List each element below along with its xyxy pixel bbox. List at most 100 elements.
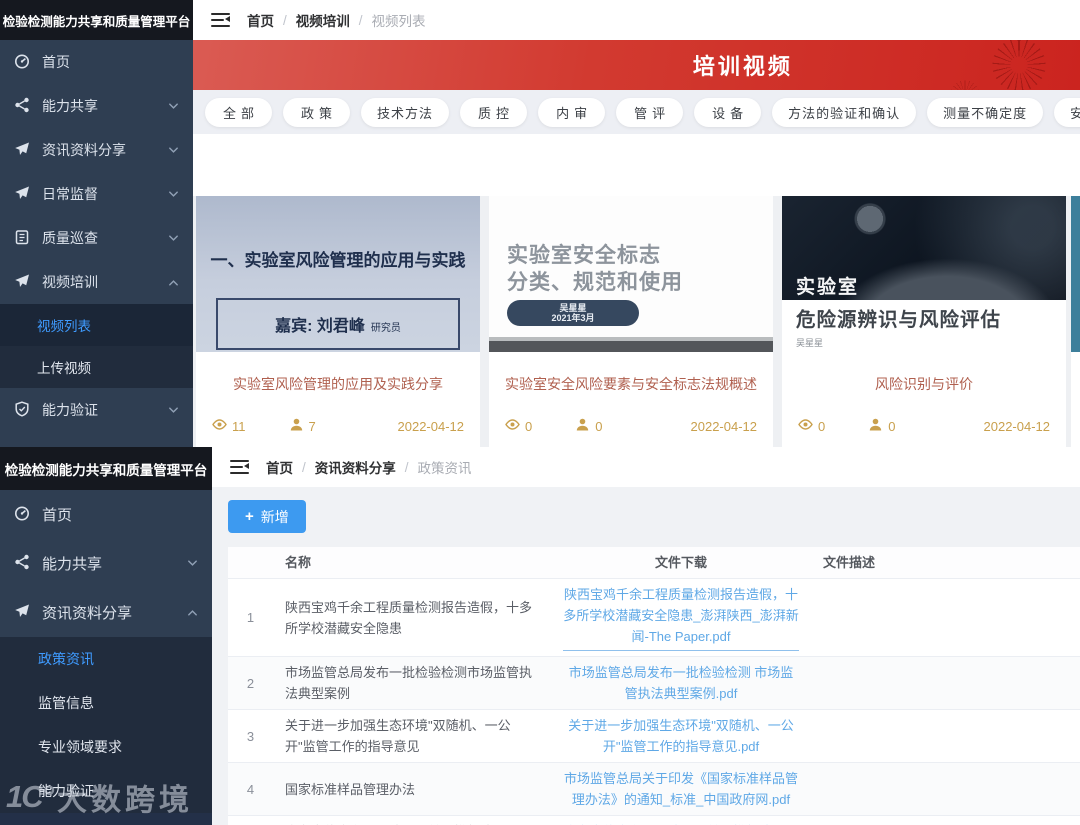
video-card-list: 一、实验室风险管理的应用与实践 嘉宾: 刘君峰 研究员 实验室风险管理的应用及实… [193, 196, 1080, 447]
sidebar-item-capability-sharing[interactable]: 能力共享 [0, 539, 212, 588]
file-download-link[interactable]: 陕西宝鸡千余工程质量检测报告造假，十多所学校潜藏安全隐患_澎湃陕西_澎湃新闻-T… [563, 584, 799, 647]
thumbnail-author-badge: 吴星星 2021年3月 [507, 300, 639, 326]
sidebar-subitem-video-list[interactable]: 视频列表 [0, 304, 193, 346]
learner-count: 0 [888, 418, 896, 434]
breadcrumb-bar-bottom: 首页 / 资讯资料分享 / 政策资讯 [212, 447, 1080, 487]
breadcrumb-home[interactable]: 首页 [247, 10, 274, 30]
chevron-down-icon [168, 145, 179, 156]
row-name: 广东省住房和城乡建设厅关于推行建设工程质量检测机构资质电子证书的通知 [273, 815, 551, 825]
sidebar-subitem-professional-requirements[interactable]: 专业领域要求 [0, 725, 212, 769]
next-video-card-edge [1071, 196, 1080, 447]
chevron-down-icon [168, 233, 179, 244]
row-name: 国家标准样品管理办法 [273, 762, 551, 816]
view-count: 11 [232, 418, 246, 434]
thumbnail-guest-box: 嘉宾: 刘君峰 研究员 [216, 298, 460, 350]
thumbnail-caption-area: 危险源辨识与风险评估 吴星星 [782, 300, 1066, 352]
next-card-body-edge [1071, 352, 1080, 447]
video-card[interactable]: 实验室安全标志 分类、规范和使用 吴星星 2021年3月 实验室安全风险要素与安… [489, 196, 773, 447]
sidebar-item-quality-inspection[interactable]: 质量巡查 [0, 216, 193, 260]
learner-count: 7 [308, 418, 316, 434]
shield-icon [14, 400, 30, 420]
video-date: 2022-04-12 [983, 418, 1051, 434]
eye-icon [505, 417, 520, 435]
video-stats: 0 0 2022-04-12 [489, 417, 773, 447]
filter-safety-risk[interactable]: 安全&风险 [1054, 97, 1080, 127]
breadcrumb-home[interactable]: 首页 [266, 457, 293, 477]
breadcrumb-info-sharing[interactable]: 资讯资料分享 [315, 457, 396, 477]
paper-plane-icon [14, 603, 30, 623]
filter-method-validation[interactable]: 方法的验证和确认 [772, 97, 917, 127]
breadcrumb-video-training[interactable]: 视频培训 [296, 10, 350, 30]
row-index: 1 [228, 578, 273, 657]
row-name: 市场监管总局发布一批检验检测市场监管执法典型案例 [273, 656, 551, 710]
fold-icon[interactable] [211, 12, 230, 28]
file-download-link[interactable]: 市场监管总局关于印发《国家标准样品管理办法》的通知_标准_中国政府网.pdf [563, 768, 799, 810]
file-download-link[interactable]: 市场监管总局发布一批检验检测 市场监管执法典型案例.pdf [563, 662, 799, 704]
row-name: 关于进一步加强生态环境"双随机、一公开"监管工作的指导意见 [273, 709, 551, 763]
sidebar-subitem-ability-verification[interactable]: 能力验证 [0, 769, 212, 813]
training-video-banner: 培训视频 [193, 40, 1080, 90]
filter-measurement-uncertainty[interactable]: 测量不确定度 [927, 97, 1044, 127]
filter-equipment[interactable]: 设备 [694, 97, 762, 127]
filter-quality-control[interactable]: 质控 [460, 97, 528, 127]
sidebar-subitem-video-upload[interactable]: 上传视频 [0, 346, 193, 388]
sidebar-submenu-video-training: 视频列表 上传视频 [0, 304, 193, 388]
video-thumbnail: 一、实验室风险管理的应用与实践 嘉宾: 刘君峰 研究员 [196, 196, 480, 352]
policy-news-content: + 新增 名称 文件下载 文件描述 1 陕西宝鸡千余工程质量检测报告造假，十多所… [212, 487, 1080, 825]
table-row: 1 陕西宝鸡千余工程质量检测报告造假，十多所学校潜藏安全隐患 陕西宝鸡千余工程质… [228, 578, 1080, 657]
sidebar-item-video-training[interactable]: 视频培训 [0, 260, 193, 304]
sidebar-item-home[interactable]: 首页 [0, 40, 193, 84]
add-button[interactable]: + 新增 [228, 500, 306, 533]
row-description [811, 762, 1080, 816]
firework-decoration [949, 79, 981, 90]
video-card[interactable]: 一、实验室风险管理的应用与实践 嘉宾: 刘君峰 研究员 实验室风险管理的应用及实… [196, 196, 480, 447]
filter-all[interactable]: 全部 [205, 97, 273, 127]
sidebar-subitem-policy-news[interactable]: 政策资讯 [0, 637, 212, 681]
share-icon [14, 553, 30, 574]
user-icon [575, 417, 590, 435]
file-download-link[interactable]: 广东省住房和城乡建设厅关于推行建设工程质量检测机构资质电子证书的通知.zip [563, 821, 799, 825]
row-description [811, 656, 1080, 710]
sidebar-item-label: 能力共享 [42, 556, 103, 573]
sidebar-item-label: 资讯资料分享 [42, 142, 126, 158]
sidebar-item-label: 首页 [42, 507, 73, 524]
file-download-link[interactable]: 关于进一步加强生态环境"双随机、一公开"监管工作的指导意见.pdf [563, 715, 799, 757]
video-stats: 0 0 2022-04-12 [782, 417, 1066, 447]
chevron-down-icon [187, 558, 198, 569]
fold-icon[interactable] [230, 459, 249, 475]
video-title[interactable]: 风险识别与评价 [782, 374, 1066, 394]
video-title[interactable]: 实验室安全风险要素与安全标志法规概述 [489, 374, 773, 394]
breadcrumb-current: 政策资讯 [417, 461, 472, 476]
clipboard-list-icon [14, 229, 30, 248]
share-icon [14, 96, 30, 116]
dashboard-icon [14, 53, 30, 72]
thumbnail-overlay-text: 实验室 [796, 277, 860, 298]
sidebar-item-capability-sharing[interactable]: 能力共享 [0, 84, 193, 128]
filter-policy[interactable]: 政策 [283, 97, 351, 127]
main-bottom: 首页 / 资讯资料分享 / 政策资讯 + 新增 名称 文件下载 文件描述 1 陕… [212, 447, 1080, 825]
video-card[interactable]: 实验室 危险源辨识与风险评估 吴星星 风险识别与评价 0 0 2022-04-1… [782, 196, 1066, 447]
sidebar-item-info-sharing[interactable]: 资讯资料分享 [0, 588, 212, 637]
video-title[interactable]: 实验室风险管理的应用及实践分享 [196, 374, 480, 394]
table-row: 5 广东省住房和城乡建设厅关于推行建设工程质量检测机构资质电子证书的通知 广东省… [228, 815, 1080, 825]
guest-title: 研究员 [370, 323, 401, 334]
eye-icon [212, 417, 227, 435]
filter-technical-methods[interactable]: 技术方法 [361, 97, 450, 127]
row-description [811, 815, 1080, 825]
sidebar-item-home[interactable]: 首页 [0, 490, 212, 539]
next-card-thumbnail-edge [1071, 196, 1080, 352]
sidebar-submenu-info-sharing: 政策资讯 监管信息 专业领域要求 能力验证 [0, 637, 212, 813]
sidebar-subitem-regulatory-info[interactable]: 监管信息 [0, 681, 212, 725]
filter-internal-audit[interactable]: 内审 [538, 97, 606, 127]
paper-plane-icon [14, 273, 30, 292]
video-thumbnail: 实验室 危险源辨识与风险评估 吴星星 [782, 196, 1066, 352]
row-index: 5 [228, 815, 273, 825]
sidebar-item-ability-verification[interactable]: 能力验证 [0, 388, 193, 432]
sidebar-item-info-sharing[interactable]: 资讯资料分享 [0, 128, 193, 172]
paper-plane-icon [14, 185, 30, 204]
filter-management-review[interactable]: 管评 [616, 97, 684, 127]
video-card-body: 实验室风险管理的应用及实践分享 11 7 2022-04-12 [196, 352, 480, 447]
app-logo-title: 检验检测能力共享和质量管理平台 [0, 0, 193, 40]
sidebar-item-daily-supervision[interactable]: 日常监督 [0, 172, 193, 216]
video-date: 2022-04-12 [690, 418, 758, 434]
